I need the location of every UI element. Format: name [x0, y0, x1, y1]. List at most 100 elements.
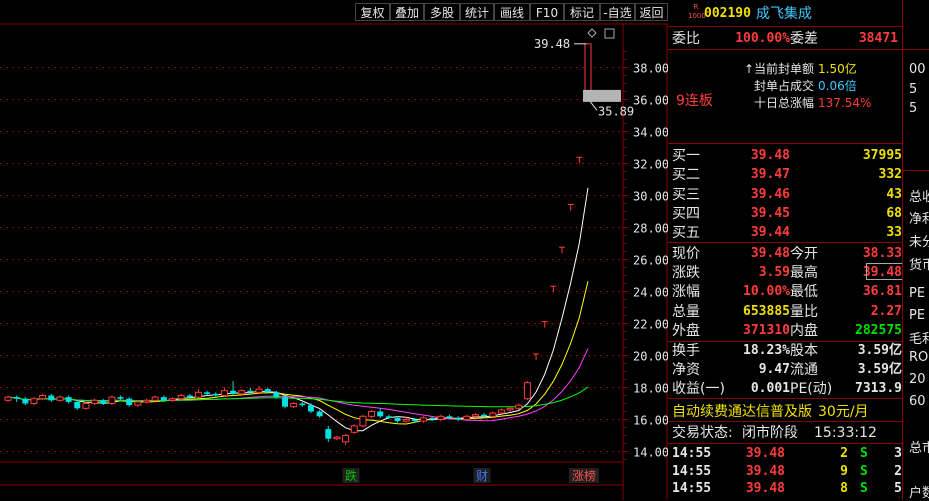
tick-price: 39.48 — [745, 446, 785, 461]
weibi-label: 委比 — [672, 31, 700, 47]
quote-label: 最低 — [790, 284, 818, 301]
tick-side: S — [860, 463, 868, 479]
divider — [668, 143, 902, 144]
seal-row-label: 十日总涨幅 — [753, 96, 814, 110]
candle — [230, 381, 237, 396]
quote-label: 总量 — [672, 303, 700, 320]
price-axis-label: 16.00 — [633, 414, 668, 428]
bid-volume: 332 — [878, 167, 902, 183]
candle — [100, 398, 107, 406]
candle — [325, 425, 332, 442]
quote-label: 今开 — [790, 246, 818, 262]
event-marker[interactable]: 涨榜 — [572, 468, 596, 483]
bid-volume: 37995 — [862, 148, 902, 163]
candle — [56, 395, 64, 402]
trade-status-value: 闭市阶段 — [742, 425, 798, 441]
seal-row-label: 封单占成交 — [753, 79, 814, 93]
quote-value: 653885 — [743, 303, 790, 319]
bid-price: 39.48 — [750, 148, 790, 163]
bid-label: 买二 — [672, 167, 700, 184]
price-axis-label: 36.00 — [633, 94, 668, 108]
quote-value: 3.59 — [758, 265, 790, 281]
bid-label: 买五 — [672, 225, 700, 242]
candle — [523, 381, 531, 401]
event-marker[interactable]: 跌 — [345, 468, 357, 483]
candle — [299, 401, 306, 407]
candle — [22, 397, 29, 406]
promo-banner[interactable]: 自动续费通达信普及版 30元/月 — [672, 401, 869, 421]
bid-label: 买一 — [672, 148, 700, 164]
event-marker[interactable]: 财 — [476, 469, 488, 483]
clipped-field: RO — [909, 350, 929, 365]
clipped-field: 20 — [909, 372, 926, 387]
price-axis-label: 24.00 — [633, 286, 668, 300]
candle — [255, 385, 263, 394]
weidiff-label: 委差 — [790, 31, 818, 47]
bid-label: 买三 — [672, 186, 700, 203]
divider — [668, 242, 902, 243]
tick-volume: 2 — [840, 446, 848, 461]
quote-value: 38.33 — [862, 246, 902, 261]
candle — [576, 156, 583, 164]
tick-count: 2 — [894, 463, 902, 479]
quote-label: 外盘 — [672, 322, 700, 339]
clipped-field: 00 — [909, 62, 926, 77]
quote-label: 现价 — [672, 246, 700, 262]
quote-panel: R 1000 002190 成飞集成 委比 100.00% 委差 38471 9连板 ↑当前封单额… — [668, 0, 903, 500]
clipped-field: 净利 — [909, 212, 929, 227]
price-axis-label: 14.00 — [633, 446, 668, 460]
trade-status-time: 15:33:12 — [814, 425, 877, 441]
divider — [668, 398, 902, 399]
promo-price[interactable]: 30元/月 — [818, 404, 869, 420]
price-axis-label: 30.00 — [633, 190, 668, 204]
fundamental-value: 7313.9 — [855, 381, 902, 396]
clipped-field: PE — [909, 308, 926, 323]
weibi-value: 100.00% — [735, 31, 790, 46]
tick-side: S — [860, 481, 868, 496]
high-value-box — [866, 263, 903, 280]
candle — [368, 409, 376, 418]
candle — [307, 403, 314, 414]
candle — [30, 397, 38, 406]
candle — [437, 414, 445, 422]
fundamental-label: 净资 — [672, 362, 700, 378]
fundamental-label: 收益(一) — [672, 381, 725, 397]
clipped-field: 未分 — [909, 235, 929, 250]
fundamental-label: 换手 — [672, 343, 700, 359]
candle — [506, 406, 514, 412]
quote-label: 涨幅 — [672, 284, 700, 301]
stock-name: 成飞集成 — [756, 6, 812, 22]
candle — [143, 398, 151, 404]
bid-volume: 33 — [886, 225, 902, 241]
candle — [420, 416, 428, 423]
quote-value: 39.48 — [750, 246, 790, 261]
candle — [108, 395, 116, 406]
tick-time: 14:55 — [672, 481, 712, 496]
fundamental-label: 股本 — [790, 343, 818, 359]
clipped-field: 60 — [909, 394, 926, 409]
candle — [350, 424, 358, 434]
divider — [668, 443, 902, 444]
candle — [290, 401, 298, 409]
bid-price: 39.45 — [750, 205, 790, 221]
bid-price: 39.44 — [750, 225, 790, 241]
candle — [220, 387, 228, 398]
candle — [4, 395, 12, 402]
quote-value: 371310 — [743, 322, 790, 338]
fundamental-value: 18.23% — [743, 343, 790, 358]
candle — [533, 353, 540, 360]
candle — [82, 401, 90, 410]
tick-count: 3 — [894, 446, 902, 461]
candle — [359, 414, 367, 428]
quote-label: 内盘 — [790, 322, 818, 339]
bid-price: 39.47 — [750, 167, 790, 183]
promo-text[interactable]: 自动续费通达信普及版 — [672, 404, 812, 420]
window-toggle-icon[interactable] — [604, 28, 615, 39]
divider — [903, 49, 929, 50]
candlestick-chart[interactable]: 38.00 36.00 34.00 32.00 30.00 28.00 26.00 24.00… — [0, 0, 668, 500]
bid-label: 买四 — [672, 205, 700, 222]
quote-value: 36.81 — [862, 284, 902, 300]
fundamental-value: 9.47 — [758, 362, 790, 377]
diamond-icon — [587, 28, 597, 38]
divider — [668, 421, 902, 422]
